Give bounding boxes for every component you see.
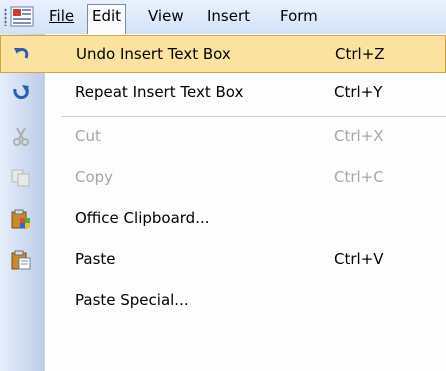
menu-item-cut[interactable]: Cut Ctrl+X bbox=[0, 118, 446, 156]
office-clipboard-icon bbox=[11, 209, 30, 229]
edit-menu-dropdown: Undo Insert Text Box Ctrl+Z Repeat Inser… bbox=[0, 34, 446, 371]
menu-format[interactable]: Form bbox=[276, 5, 322, 28]
menu-item-label: Office Clipboard... bbox=[75, 209, 210, 227]
publisher-app-icon[interactable] bbox=[10, 5, 36, 29]
menu-item-label: Cut bbox=[75, 127, 101, 145]
menu-item-shortcut: Ctrl+X bbox=[334, 127, 384, 145]
menu-item-copy[interactable]: Copy Ctrl+C bbox=[0, 159, 446, 197]
toolbar-grip-handle[interactable] bbox=[4, 8, 7, 26]
menu-bar: File Edit View Insert Form bbox=[0, 0, 446, 35]
menu-format-label: Form bbox=[280, 7, 318, 25]
menu-item-repeat[interactable]: Repeat Insert Text Box Ctrl+Y bbox=[0, 74, 446, 112]
menu-view[interactable]: View bbox=[144, 5, 188, 28]
menu-item-undo[interactable]: Undo Insert Text Box Ctrl+Z bbox=[0, 35, 446, 73]
copy-icon bbox=[11, 169, 30, 187]
menu-edit[interactable]: Edit bbox=[87, 4, 127, 34]
menu-insert[interactable]: Insert bbox=[203, 5, 254, 28]
menu-item-paste[interactable]: Paste Ctrl+V bbox=[0, 241, 446, 279]
menu-item-paste-special[interactable]: Paste Special... bbox=[0, 282, 446, 320]
scissors-icon bbox=[13, 127, 29, 146]
menu-item-office-clipboard[interactable]: Office Clipboard... bbox=[0, 200, 446, 238]
menu-edit-label: Edit bbox=[92, 7, 122, 25]
menu-item-label: Paste bbox=[75, 250, 116, 268]
menu-item-shortcut: Ctrl+Y bbox=[334, 83, 383, 101]
menu-file[interactable]: File bbox=[45, 5, 78, 28]
menu-item-shortcut: Ctrl+C bbox=[334, 168, 384, 186]
menu-item-shortcut: Ctrl+Z bbox=[335, 45, 385, 63]
menu-separator bbox=[62, 116, 446, 117]
menu-file-label: File bbox=[49, 7, 75, 25]
menu-item-label: Copy bbox=[75, 168, 114, 186]
menu-item-shortcut: Ctrl+V bbox=[334, 250, 384, 268]
paste-icon bbox=[11, 250, 31, 270]
menu-insert-label: Insert bbox=[207, 7, 251, 25]
undo-icon bbox=[14, 47, 29, 59]
repeat-icon bbox=[13, 85, 29, 99]
menu-view-label: View bbox=[148, 7, 184, 25]
menu-item-label: Undo Insert Text Box bbox=[76, 45, 231, 63]
menu-item-label: Paste Special... bbox=[75, 291, 189, 309]
menu-item-label: Repeat Insert Text Box bbox=[75, 83, 244, 101]
